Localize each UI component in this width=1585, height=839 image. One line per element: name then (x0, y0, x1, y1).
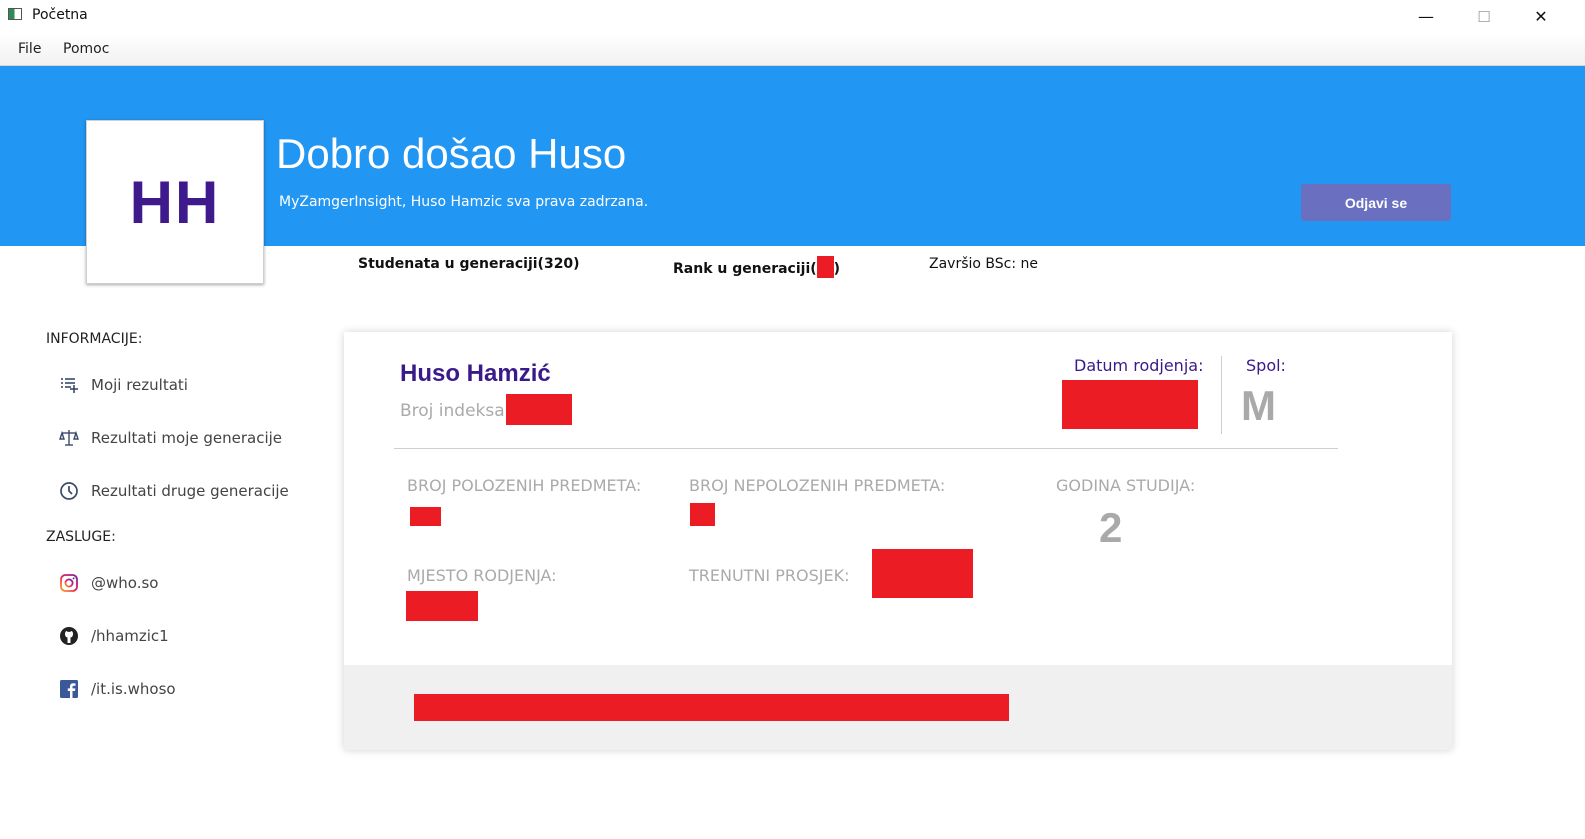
credit-github[interactable]: /hhamzic1 (58, 624, 169, 648)
instagram-icon (58, 572, 80, 594)
rank-label-close: ) (833, 261, 841, 277)
menu-file[interactable]: File (18, 41, 41, 57)
birthplace-label: MJESTO RODJENJA: (407, 566, 557, 585)
scale-icon (58, 427, 80, 449)
sidebar-item-label: Rezultati moje generacije (91, 429, 283, 447)
gender-label: Spol: (1246, 356, 1286, 375)
dob-label: Datum rodjenja: (1074, 356, 1204, 375)
credit-facebook[interactable]: /it.is.whoso (58, 677, 176, 701)
index-redacted (506, 394, 572, 425)
clock-icon (58, 480, 80, 502)
failed-subjects-redacted (690, 503, 715, 526)
failed-subjects-label: BROJ NEPOLOZENIH PREDMETA: (689, 476, 946, 495)
sidebar-item-my-generation[interactable]: Rezultati moje generacije (58, 426, 282, 450)
maximize-button[interactable]: ☐ (1455, 0, 1513, 33)
credits-section-title: ZASLUGE: (46, 529, 116, 545)
credit-label: @who.so (91, 574, 159, 592)
credit-instagram[interactable]: @who.so (58, 571, 158, 595)
vertical-divider (1221, 356, 1222, 434)
gpa-label: TRENUTNI PROSJEK: (689, 566, 850, 585)
sidebar-item-label: Rezultati druge generacije (91, 482, 289, 500)
card-divider (394, 448, 1338, 449)
copyright-text: MyZamgerInsight, Huso Hamzic sva prava z… (279, 194, 649, 210)
facebook-icon (58, 678, 80, 700)
close-button[interactable]: ✕ (1512, 0, 1570, 33)
study-year-label: GODINA STUDIJA: (1056, 476, 1196, 495)
menu-pomoc[interactable]: Pomoc (63, 41, 109, 57)
rank-redacted (816, 256, 834, 278)
welcome-title: Dobro došao Huso (276, 130, 627, 177)
credit-label: /hhamzic1 (91, 627, 169, 645)
index-label: Broj indeksa: (400, 401, 511, 421)
title-bar: Početna — ☐ ✕ (0, 0, 1585, 33)
footer-redacted (414, 694, 1009, 721)
sidebar-item-label: Moji rezultati (91, 376, 188, 394)
app-icon (8, 8, 22, 20)
list-add-icon (58, 374, 80, 396)
sidebar-item-my-results[interactable]: Moji rezultati (58, 373, 188, 397)
minimize-button[interactable]: — (1397, 0, 1455, 33)
passed-subjects-label: BROJ POLOZENIH PREDMETA: (407, 476, 642, 495)
info-section-title: INFORMACIJE: (46, 331, 143, 347)
study-year-value: 2 (1099, 504, 1123, 551)
card-footer (344, 665, 1452, 750)
sidebar-item-other-generation[interactable]: Rezultati druge generacije (58, 479, 289, 503)
dob-redacted (1062, 380, 1198, 429)
finished-bsc: Završio BSc: ne (929, 256, 1039, 272)
rank-in-generation: Rank u generaciji() (673, 256, 840, 278)
menu-bar: File Pomoc (0, 34, 1585, 66)
gender-value: M (1241, 382, 1276, 429)
student-name: Huso Hamzić (400, 360, 551, 387)
avatar: HH (86, 120, 264, 284)
passed-subjects-redacted (410, 507, 441, 526)
logout-button[interactable]: Odjavi se (1301, 184, 1451, 221)
birthplace-redacted (406, 591, 478, 621)
gpa-redacted (872, 549, 973, 598)
github-icon (58, 625, 80, 647)
window-title: Početna (32, 7, 88, 23)
credit-label: /it.is.whoso (91, 680, 176, 698)
rank-label: Rank u generaciji( (673, 261, 817, 277)
profile-card: Huso Hamzić Broj indeksa: Datum rodjenja… (344, 332, 1452, 750)
students-in-generation: Studenata u generaciji(320) (358, 256, 580, 272)
